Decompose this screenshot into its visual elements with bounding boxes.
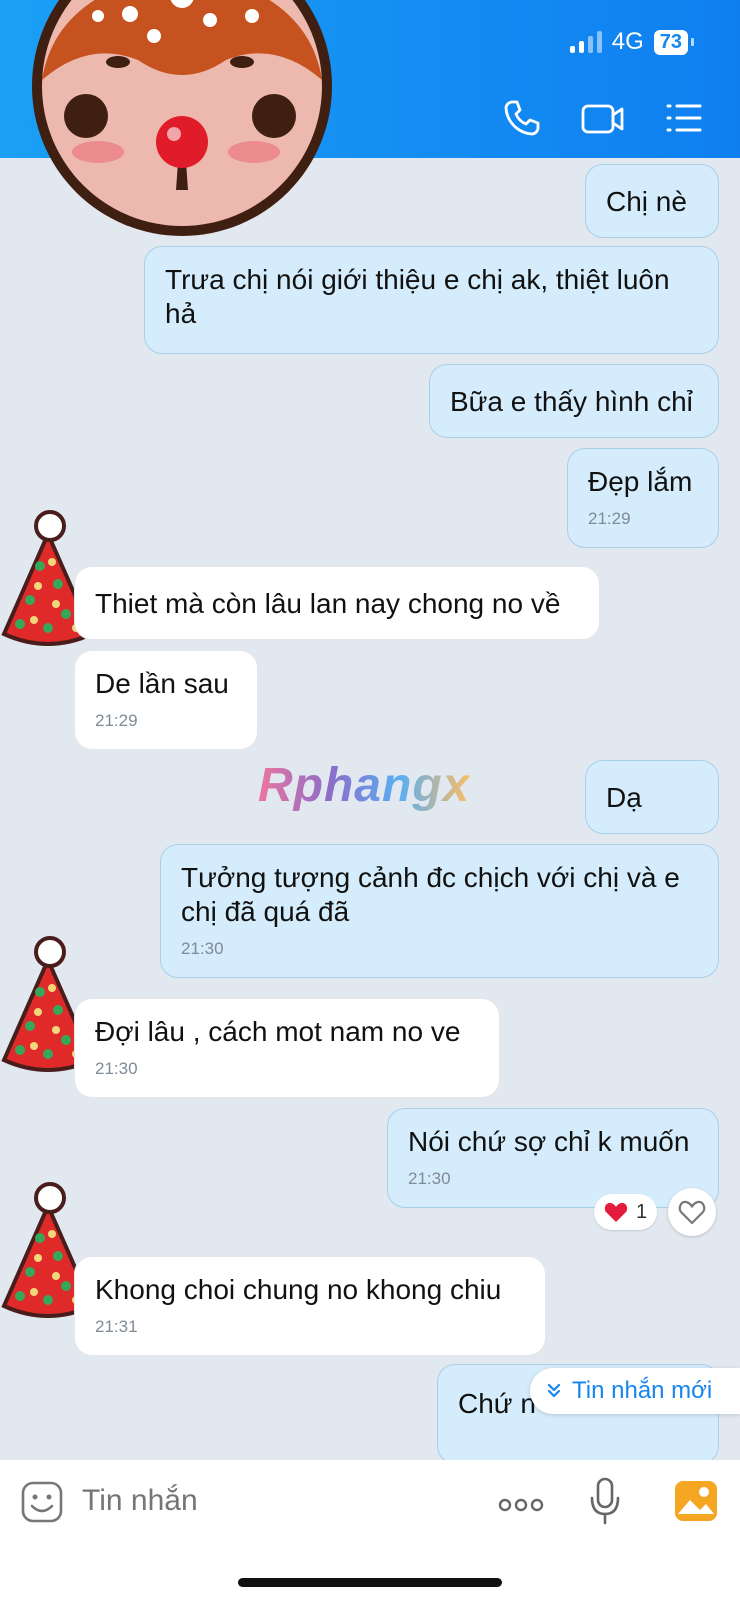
watermark: Rphangx [258,759,471,812]
message-list[interactable]: Rphangx Chị nè Trưa chị nói giới thiệu e… [0,158,740,1460]
reaction-badge[interactable]: 1 [594,1194,658,1230]
status-bar: 4G 73 [569,28,695,56]
message-text: Chứ n [458,1388,536,1419]
new-messages-button[interactable]: Tin nhắn mới [530,1368,740,1414]
message-text: Khong choi chung no khong chiu [95,1274,502,1305]
message-text: Bữa e thấy hình chỉ [450,386,693,417]
message-text: De lần sau [95,668,229,699]
gallery-icon[interactable] [674,1480,718,1522]
message-input[interactable] [82,1484,462,1518]
sticker-icon[interactable] [20,1480,64,1524]
reaction-count: 1 [636,1200,648,1223]
message-bubble[interactable]: Khong choi chung no khong chiu 21:31 [74,1256,546,1356]
deer-sticker-avatar [32,0,332,236]
message-text: Đợi lâu , cách mot nam no ve [95,1016,461,1047]
message-text: Chị nè [606,186,687,217]
new-messages-label: Tin nhắn mới [572,1377,713,1404]
message-bubble[interactable]: Trưa chị nói giới thiệu e chị ak, thiệt … [144,246,719,354]
more-options-icon[interactable] [498,1498,544,1512]
heart-icon [604,1202,628,1222]
message-text: Trưa chị nói giới thiệu e chị ak, thiệt … [165,264,670,329]
message-text: Nói chứ sợ chỉ k muốn [408,1126,690,1157]
message-time: 21:30 [181,939,224,958]
message-bubble[interactable]: Thiet mà còn lâu lan nay chong no về [74,566,600,640]
message-bubble[interactable]: Đợi lâu , cách mot nam no ve 21:30 [74,998,500,1098]
signal-icon [569,31,602,53]
message-bubble[interactable]: Đẹp lắm 21:29 [567,448,719,548]
message-time: 21:30 [95,1059,138,1078]
message-bubble[interactable]: Bữa e thấy hình chỉ [429,364,719,438]
message-text: Dạ [606,782,642,813]
double-chevron-down-icon [547,1383,561,1398]
network-label: 4G [611,28,644,55]
message-time: 21:29 [95,711,138,730]
message-bubble[interactable]: Chị nè [585,164,719,238]
message-bubble[interactable]: De lần sau 21:29 [74,650,258,750]
message-input-bar [0,1460,740,1600]
message-bubble[interactable]: Dạ [585,760,719,834]
video-call-icon[interactable] [580,98,626,138]
message-bubble[interactable]: Tưởng tượng cảnh đc chịch với chị và e c… [160,844,719,978]
message-time: 21:30 [408,1169,451,1188]
home-indicator [238,1578,502,1587]
like-button[interactable] [668,1188,716,1236]
menu-list-icon[interactable] [664,98,704,138]
microphone-icon[interactable] [588,1476,622,1526]
heart-outline-icon [678,1200,706,1225]
message-time: 21:31 [95,1317,138,1336]
message-text: Tưởng tượng cảnh đc chịch với chị và e c… [181,862,680,927]
message-text: Đẹp lắm [588,466,693,497]
message-time: 21:29 [588,509,631,528]
phone-icon[interactable] [502,98,542,138]
battery-icon: 73 [653,29,695,55]
message-bubble[interactable]: Nói chứ sợ chỉ k muốn 21:30 [387,1108,719,1208]
message-text: Thiet mà còn lâu lan nay chong no về [95,588,561,619]
